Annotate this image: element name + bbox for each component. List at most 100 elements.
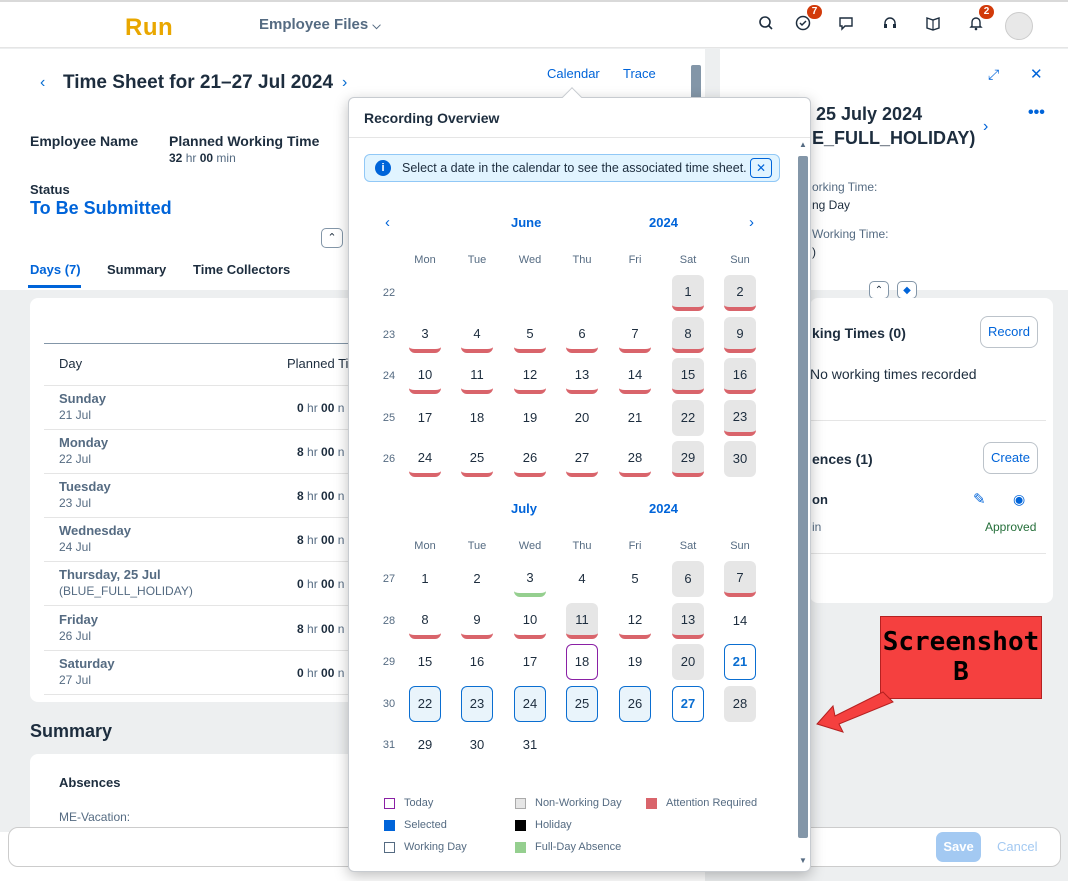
calendar-day[interactable]: 23 <box>461 685 493 722</box>
scroll-down-icon[interactable]: ▼ <box>799 856 807 865</box>
calendar-day[interactable]: 24 <box>409 441 441 477</box>
calendar-day[interactable]: 26 <box>514 441 546 477</box>
calendar-day[interactable]: 10 <box>514 603 546 639</box>
table-row-day[interactable]: Thursday, 25 Jul <box>59 567 161 582</box>
calendar-day[interactable]: 14 <box>619 358 651 394</box>
tab-trace[interactable]: Trace <box>623 66 656 81</box>
calendar-day[interactable]: 8 <box>409 603 441 639</box>
table-row-day[interactable]: Tuesday <box>59 479 111 494</box>
more-icon[interactable]: ••• <box>1028 104 1045 122</box>
next-month-icon[interactable]: › <box>749 214 754 231</box>
calendar-day[interactable]: 2 <box>461 561 493 597</box>
edit-icon[interactable]: ✎ <box>973 490 986 508</box>
calendar-day[interactable]: 7 <box>619 317 651 353</box>
calendar-day[interactable]: 15 <box>672 358 704 394</box>
calendar-day[interactable]: 15 <box>409 644 441 680</box>
calendar-day[interactable]: 16 <box>461 644 493 680</box>
table-row-day[interactable]: Wednesday <box>59 523 131 538</box>
calendar-day[interactable]: 21 <box>724 644 756 680</box>
july-month-label[interactable]: July <box>511 501 537 516</box>
calendar-day[interactable]: 4 <box>566 561 598 597</box>
table-row-day[interactable]: Sunday <box>59 391 106 406</box>
calendar-day[interactable]: 21 <box>619 400 651 436</box>
calendar-day[interactable]: 1 <box>409 561 441 597</box>
calendar-day[interactable]: 25 <box>461 441 493 477</box>
calendar-day[interactable]: 3 <box>409 317 441 353</box>
collapse-detail-button[interactable]: ⌃ <box>869 281 889 299</box>
headset-icon[interactable] <box>880 15 900 35</box>
calendar-day[interactable]: 30 <box>724 441 756 477</box>
calendar-day[interactable]: 16 <box>724 358 756 394</box>
calendar-day[interactable]: 6 <box>672 561 704 597</box>
tab-summary[interactable]: Summary <box>107 262 166 277</box>
chat-icon[interactable] <box>836 15 856 35</box>
calendar-day[interactable]: 29 <box>409 727 441 763</box>
calendar-day[interactable]: 12 <box>514 358 546 394</box>
tab-calendar[interactable]: Calendar <box>547 66 600 81</box>
table-row-day[interactable]: Saturday <box>59 656 115 671</box>
calendar-day[interactable]: 14 <box>724 603 756 639</box>
calendar-day[interactable]: 18 <box>461 400 493 436</box>
calendar-day[interactable]: 28 <box>724 685 756 722</box>
calendar-day[interactable]: 24 <box>514 685 546 722</box>
search-icon[interactable] <box>756 15 776 35</box>
calendar-day[interactable]: 18 <box>566 644 598 680</box>
calendar-day[interactable]: 11 <box>566 602 598 639</box>
june-month-label[interactable]: June <box>511 215 541 230</box>
tab-days[interactable]: Days (7) <box>30 262 81 277</box>
calendar-day[interactable]: 31 <box>514 727 546 763</box>
tab-time-collectors[interactable]: Time Collectors <box>193 262 290 277</box>
calendar-day[interactable]: 7 <box>724 561 756 597</box>
calendar-day[interactable]: 29 <box>672 441 704 477</box>
calendar-day[interactable]: 25 <box>566 685 598 722</box>
prev-month-icon[interactable]: ‹ <box>385 214 390 231</box>
calendar-day[interactable]: 17 <box>409 400 441 436</box>
calendar-day[interactable]: 10 <box>409 358 441 394</box>
calendar-day[interactable]: 19 <box>619 644 651 680</box>
help-book-icon[interactable] <box>923 15 943 35</box>
calendar-day[interactable]: 30 <box>461 727 493 763</box>
close-icon[interactable]: ✕ <box>1030 65 1043 83</box>
calendar-day[interactable]: 5 <box>619 561 651 597</box>
popover-scrollbar[interactable] <box>798 156 808 838</box>
app-nav-menu[interactable]: Employee Files ⌵ <box>259 16 381 33</box>
calendar-day[interactable]: 27 <box>672 685 704 722</box>
calendar-day[interactable]: 6 <box>566 317 598 353</box>
calendar-day[interactable]: 11 <box>461 358 493 394</box>
calendar-day[interactable]: 4 <box>461 317 493 353</box>
table-row-day[interactable]: Monday <box>59 435 108 450</box>
create-button[interactable]: Create <box>983 442 1038 474</box>
calendar-day[interactable]: 13 <box>672 602 704 639</box>
table-row-day[interactable]: Friday <box>59 612 98 627</box>
calendar-day[interactable]: 9 <box>461 603 493 639</box>
cancel-button[interactable]: Cancel <box>997 839 1037 854</box>
absence-item-title[interactable]: on <box>812 492 828 507</box>
calendar-day[interactable]: 3 <box>514 561 546 597</box>
july-year-label[interactable]: 2024 <box>649 501 678 516</box>
previous-week-icon[interactable]: ‹ <box>40 74 45 92</box>
view-icon[interactable]: ◉ <box>1013 491 1025 508</box>
calendar-day[interactable]: 13 <box>566 358 598 394</box>
fullscreen-icon[interactable]: ⤢ <box>988 66 999 83</box>
scroll-up-icon[interactable]: ▲ <box>799 140 807 149</box>
collapse-header-button[interactable]: ⌃ <box>321 228 343 248</box>
run-logo[interactable]: Run <box>125 14 173 42</box>
calendar-day[interactable]: 2 <box>724 275 756 311</box>
calendar-day[interactable]: 26 <box>619 685 651 722</box>
calendar-day[interactable]: 12 <box>619 603 651 639</box>
calendar-day[interactable]: 20 <box>672 644 704 680</box>
calendar-day[interactable]: 9 <box>724 316 756 353</box>
save-button[interactable]: Save <box>936 832 981 862</box>
close-info-icon[interactable]: ✕ <box>750 158 772 178</box>
calendar-day[interactable]: 22 <box>672 399 704 436</box>
calendar-day[interactable]: 27 <box>566 441 598 477</box>
pin-icon[interactable]: ◆ <box>897 281 917 299</box>
next-day-icon[interactable]: › <box>983 118 988 136</box>
record-button[interactable]: Record <box>980 316 1038 348</box>
calendar-day[interactable]: 22 <box>409 685 441 722</box>
avatar[interactable] <box>1005 12 1033 40</box>
calendar-day[interactable]: 17 <box>514 644 546 680</box>
calendar-day[interactable]: 19 <box>514 400 546 436</box>
calendar-day[interactable]: 20 <box>566 400 598 436</box>
calendar-day[interactable]: 1 <box>672 275 704 311</box>
